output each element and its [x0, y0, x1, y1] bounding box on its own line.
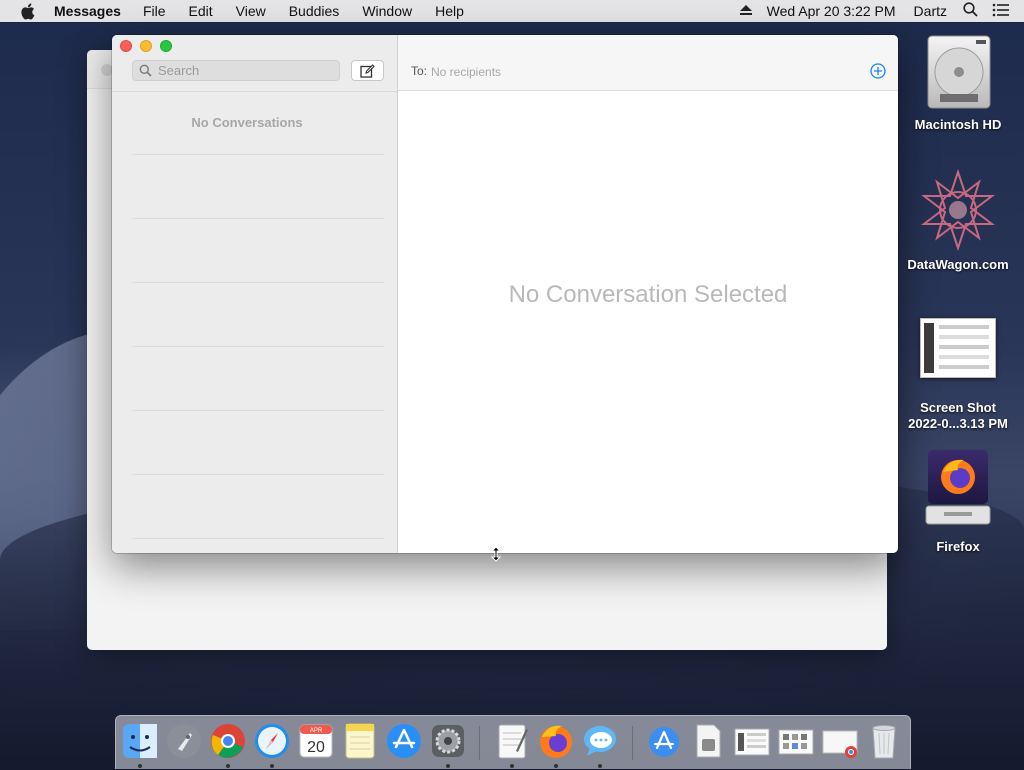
desktop-icon-label: Macintosh HD — [914, 117, 1002, 132]
search-input[interactable] — [156, 62, 330, 79]
dock-running-indicator — [554, 764, 558, 768]
dock-separator — [479, 726, 480, 760]
dock-running-indicator — [510, 764, 514, 768]
dock-firefox-icon[interactable] — [536, 721, 576, 761]
dock-textedit-icon[interactable] — [492, 721, 532, 761]
datawagon-logo-icon — [921, 168, 995, 252]
dock-running-indicator — [226, 764, 230, 768]
dock-chrome-document-icon[interactable] — [820, 721, 860, 761]
desktop-icon-macintosh-hd[interactable]: Macintosh HD — [903, 32, 1013, 133]
screenshot-thumbnail — [920, 318, 996, 378]
dock-notes-icon[interactable] — [340, 721, 380, 761]
list-separator — [132, 538, 384, 539]
menu-clock[interactable]: Wed Apr 20 3:22 PM — [767, 3, 896, 19]
menu-app-name[interactable]: Messages — [54, 3, 121, 19]
zoom-button[interactable] — [160, 40, 172, 52]
list-separator — [132, 410, 384, 411]
firefox-installer-icon — [925, 450, 991, 525]
empty-state-message: No Conversation Selected — [508, 281, 788, 308]
messages-window: No Conversations To: No recipients No Co… — [112, 35, 898, 553]
menu-buddies[interactable]: Buddies — [289, 3, 340, 19]
search-field[interactable] — [132, 60, 340, 81]
list-separator — [132, 474, 384, 475]
hard-drive-icon — [927, 35, 991, 109]
desktop-icon-label: DataWagon.com — [907, 257, 1009, 272]
recipient-bar: To: No recipients — [398, 35, 898, 91]
dock: APR 20 — [115, 715, 911, 769]
list-separator — [132, 154, 384, 155]
desktop-icon-datawagon[interactable]: DataWagon.com — [903, 168, 1013, 273]
conversation-pane: To: No recipients No Conversation Select… — [398, 35, 898, 553]
dock-app-store-icon[interactable] — [384, 721, 424, 761]
dock-running-indicator — [138, 764, 142, 768]
dock-chrome-icon[interactable] — [208, 721, 248, 761]
compose-icon — [360, 63, 375, 78]
recipient-field[interactable]: No recipients — [431, 65, 501, 79]
compose-button[interactable] — [351, 60, 384, 81]
sidebar-divider — [112, 91, 397, 92]
menu-file[interactable]: File — [143, 3, 166, 19]
dock-downloads-stack-icon[interactable] — [776, 721, 816, 761]
dock-separator — [632, 726, 633, 760]
calendar-month-text: APR — [310, 728, 323, 734]
list-separator — [132, 346, 384, 347]
to-label: To: — [411, 64, 428, 78]
dock-finder-icon[interactable] — [120, 721, 160, 761]
dock-messages-icon[interactable] — [580, 721, 620, 761]
dock-screenshot-stack-icon[interactable] — [732, 721, 772, 761]
minimize-button[interactable] — [140, 40, 152, 52]
dock-applications-folder-icon[interactable] — [644, 721, 684, 761]
desktop-icon-screenshot[interactable]: Screen Shot 2022-0...3.13 PM — [903, 318, 1013, 432]
dock-safari-icon[interactable] — [252, 721, 292, 761]
menu-user-name[interactable]: Dartz — [914, 3, 947, 19]
search-icon — [139, 64, 152, 77]
dock-document-icon[interactable] — [688, 721, 728, 761]
add-recipient-icon[interactable] — [869, 62, 887, 80]
menu-help[interactable]: Help — [435, 3, 464, 19]
desktop-icon-firefox[interactable]: Firefox — [903, 448, 1013, 555]
menu-window[interactable]: Window — [362, 3, 412, 19]
desktop-icon-label: Firefox — [936, 539, 980, 554]
menu-edit[interactable]: Edit — [189, 3, 213, 19]
dock-running-indicator — [270, 764, 274, 768]
dock-running-indicator — [446, 764, 450, 768]
no-conversations-label: No Conversations — [191, 115, 303, 130]
desktop-icon-label: Screen Shot 2022-0...3.13 PM — [908, 400, 1008, 431]
menu-bar: Messages File Edit View Buddies Window H… — [0, 0, 1024, 22]
eject-icon[interactable] — [739, 3, 753, 19]
resize-cursor-icon — [490, 546, 502, 562]
dock-trash-icon[interactable] — [864, 721, 904, 761]
window-controls — [120, 40, 180, 52]
calendar-day-text: 20 — [307, 739, 325, 756]
notification-center-icon[interactable] — [992, 3, 1010, 20]
list-separator — [132, 218, 384, 219]
spotlight-search-icon[interactable] — [963, 2, 978, 20]
dock-calendar-icon[interactable]: APR 20 — [296, 721, 336, 761]
dock-system-preferences-icon[interactable] — [428, 721, 468, 761]
close-button[interactable] — [120, 40, 132, 52]
menu-view[interactable]: View — [236, 3, 266, 19]
apple-menu-icon[interactable] — [20, 2, 36, 20]
dock-running-indicator — [598, 764, 602, 768]
dock-launchpad-icon[interactable] — [164, 721, 204, 761]
conversation-sidebar: No Conversations — [112, 35, 398, 553]
list-separator — [132, 282, 384, 283]
